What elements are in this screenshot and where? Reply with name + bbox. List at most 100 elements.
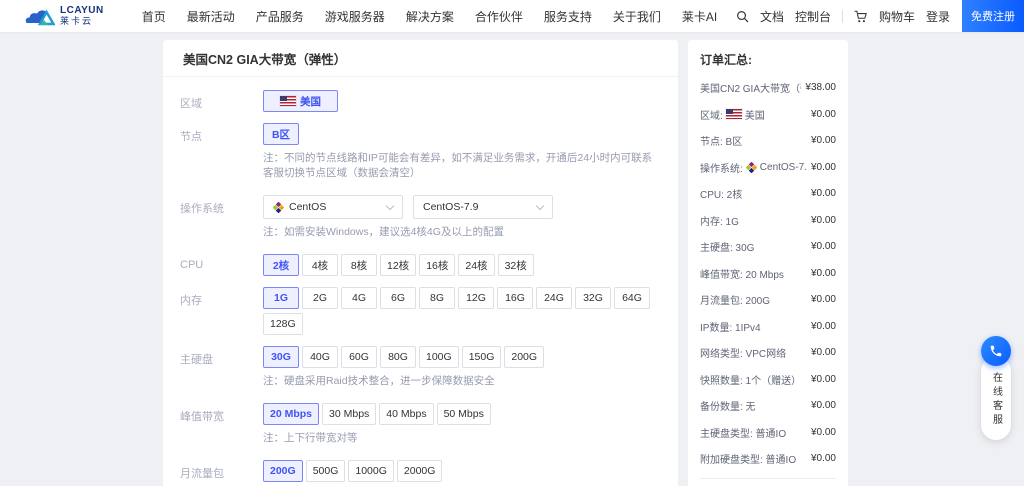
nav-item-3[interactable]: 游戏服务器 — [325, 8, 385, 25]
summary-item-label: 附加硬盘类型: 普通IO — [700, 451, 807, 466]
option-cpu-0[interactable]: 2核 — [263, 254, 299, 276]
option-label: 64G — [622, 292, 642, 304]
summary-item-9: IP数量: 1IPv4¥0.00 — [700, 319, 836, 334]
option-cpu-5[interactable]: 24核 — [458, 254, 494, 276]
option-memory-0[interactable]: 1G — [263, 287, 299, 309]
option-disk-3[interactable]: 80G — [380, 346, 416, 368]
option-cpu-3[interactable]: 12核 — [380, 254, 416, 276]
option-label: 150G — [469, 351, 495, 363]
nav-item-6[interactable]: 服务支持 — [544, 8, 592, 25]
option-label: 24G — [544, 292, 564, 304]
summary-item-0: 美国CN2 GIA大带宽（弹性）：¥38.00 — [700, 80, 836, 95]
option-traffic-2[interactable]: 1000G — [348, 460, 394, 482]
summary-item-price: ¥0.00 — [811, 374, 836, 385]
option-memory-7[interactable]: 24G — [536, 287, 572, 309]
select-os-0[interactable]: CentOS — [263, 195, 403, 219]
cart-link[interactable]: 购物车 — [879, 8, 915, 25]
summary-item-10: 网络类型: VPC网络¥0.00 — [700, 345, 836, 360]
option-label: 1000G — [355, 465, 387, 477]
option-disk-5[interactable]: 150G — [462, 346, 502, 368]
field-label: 区域 — [180, 90, 263, 116]
option-disk-2[interactable]: 60G — [341, 346, 377, 368]
option-label: 2G — [313, 292, 327, 304]
summary-item-price: ¥0.00 — [811, 400, 836, 411]
summary-item-1: 区域:美国¥0.00 — [700, 107, 836, 122]
option-memory-1[interactable]: 2G — [302, 287, 338, 309]
option-label: 6G — [391, 292, 405, 304]
summary-item-8: 月流量包: 200G¥0.00 — [700, 292, 836, 307]
field-note: 注：上下行带宽对等 — [263, 430, 662, 445]
option-label: 美国 — [300, 94, 321, 109]
option-label: 50 Mbps — [444, 408, 484, 420]
option-label: 80G — [388, 351, 408, 363]
nav-item-1[interactable]: 最新活动 — [187, 8, 235, 25]
option-memory-5[interactable]: 12G — [458, 287, 494, 309]
option-cpu-4[interactable]: 16核 — [419, 254, 455, 276]
option-memory-2[interactable]: 4G — [341, 287, 377, 309]
option-disk-4[interactable]: 100G — [419, 346, 459, 368]
summary-item-3: 操作系统:CentOS-7.9¥0.00 — [700, 160, 836, 175]
select-os-1[interactable]: CentOS-7.9 — [413, 195, 553, 219]
chevron-down-icon — [386, 201, 394, 209]
config-form: 区域美国节点B区注：不同的节点线路和IP可能会有差异，如不满足业务需求，开通后2… — [163, 77, 678, 486]
option-memory-8[interactable]: 32G — [575, 287, 611, 309]
page-title: 美国CN2 GIA大带宽（弹性） — [163, 40, 678, 77]
option-traffic-1[interactable]: 500G — [306, 460, 346, 482]
us-flag-icon — [280, 96, 296, 106]
option-node-0[interactable]: B区 — [263, 123, 299, 145]
docs-link[interactable]: 文档 — [760, 8, 784, 25]
option-memory-10[interactable]: 128G — [263, 313, 303, 335]
brand-logo[interactable]: LCAYUN 莱卡云 — [25, 5, 104, 27]
nav-item-8[interactable]: 莱卡AI — [682, 8, 717, 25]
option-cpu-1[interactable]: 4核 — [302, 254, 338, 276]
page-content: 美国CN2 GIA大带宽（弹性） 区域美国节点B区注：不同的节点线路和IP可能会… — [0, 32, 1024, 486]
summary-item-label: 内存: 1G — [700, 213, 807, 228]
option-traffic-3[interactable]: 2000G — [397, 460, 443, 482]
option-cpu-2[interactable]: 8核 — [341, 254, 377, 276]
chevron-down-icon — [536, 201, 544, 209]
option-traffic-0[interactable]: 200G — [263, 460, 303, 482]
form-row-bandwidth: 峰值带宽20 Mbps30 Mbps40 Mbps50 Mbps注：上下行带宽对… — [180, 403, 662, 453]
option-label: 8G — [430, 292, 444, 304]
console-link[interactable]: 控制台 — [795, 8, 831, 25]
login-link[interactable]: 登录 — [926, 8, 950, 25]
nav-item-2[interactable]: 产品服务 — [256, 8, 304, 25]
summary-item-4: CPU: 2核¥0.00 — [700, 186, 836, 201]
nav-item-5[interactable]: 合作伙伴 — [475, 8, 523, 25]
option-label: 16G — [505, 292, 525, 304]
option-bandwidth-1[interactable]: 30 Mbps — [322, 403, 376, 425]
search-icon[interactable] — [736, 10, 749, 23]
nav-item-4[interactable]: 解决方案 — [406, 8, 454, 25]
nav-item-7[interactable]: 关于我们 — [613, 8, 661, 25]
select-value: CentOS — [289, 201, 382, 213]
option-memory-9[interactable]: 64G — [614, 287, 650, 309]
option-disk-0[interactable]: 30G — [263, 346, 299, 368]
option-memory-6[interactable]: 16G — [497, 287, 533, 309]
form-row-region: 区域 美国 — [180, 90, 662, 116]
option-region-0[interactable]: 美国 — [263, 90, 338, 112]
option-disk-6[interactable]: 200G — [504, 346, 544, 368]
phone-icon[interactable] — [981, 336, 1011, 366]
option-label: 30 Mbps — [329, 408, 369, 420]
option-label: 8核 — [351, 258, 367, 273]
option-label: 200G — [270, 465, 296, 477]
summary-item-14: 附加硬盘类型: 普通IO¥0.00 — [700, 451, 836, 466]
option-disk-1[interactable]: 40G — [302, 346, 338, 368]
summary-item-label: 月流量包: 200G — [700, 292, 807, 307]
option-memory-3[interactable]: 6G — [380, 287, 416, 309]
option-label: 60G — [349, 351, 369, 363]
option-bandwidth-3[interactable]: 50 Mbps — [437, 403, 491, 425]
option-bandwidth-0[interactable]: 20 Mbps — [263, 403, 319, 425]
register-button[interactable]: 免费注册 — [962, 0, 1024, 32]
field-note: 注：硬盘采用Raid技术整合，进一步保障数据安全 — [263, 373, 662, 388]
cart-icon[interactable] — [854, 10, 868, 23]
option-label: 30G — [271, 351, 291, 363]
header-tools: 文档 控制台 购物车 登录 — [736, 8, 950, 25]
summary-item-label: 主硬盘类型: 普通IO — [700, 425, 807, 440]
option-bandwidth-2[interactable]: 40 Mbps — [379, 403, 433, 425]
option-memory-4[interactable]: 8G — [419, 287, 455, 309]
online-service-button[interactable]: 在线客服 — [981, 356, 1011, 440]
option-cpu-6[interactable]: 32核 — [498, 254, 534, 276]
option-label: B区 — [272, 127, 290, 142]
nav-item-0[interactable]: 首页 — [142, 8, 166, 25]
